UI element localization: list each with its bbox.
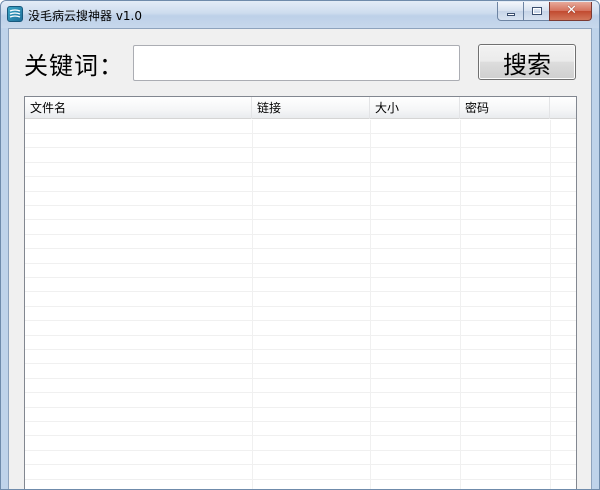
empty-row bbox=[25, 235, 576, 250]
empty-row bbox=[25, 307, 576, 322]
column-header-filename[interactable]: 文件名 bbox=[25, 97, 252, 119]
title-bar[interactable]: 没毛病云搜神器 v1.0 ✕ bbox=[1, 1, 599, 28]
caption-buttons: ✕ bbox=[497, 2, 592, 21]
results-header: 文件名 链接 大小 密码 bbox=[25, 97, 576, 119]
empty-row bbox=[25, 422, 576, 437]
close-button[interactable]: ✕ bbox=[549, 2, 592, 21]
window-title: 没毛病云搜神器 v1.0 bbox=[28, 9, 143, 23]
results-list[interactable]: 文件名 链接 大小 密码 bbox=[24, 96, 577, 489]
client-area: 关键词： 搜索 文件名 链接 大小 密码 bbox=[8, 28, 592, 489]
empty-row bbox=[25, 250, 576, 264]
search-button[interactable]: 搜索 bbox=[478, 44, 576, 80]
empty-row bbox=[25, 365, 576, 379]
column-header-link[interactable]: 链接 bbox=[252, 97, 370, 119]
minimize-icon bbox=[507, 13, 515, 16]
keyword-label: 关键词： bbox=[24, 52, 124, 80]
empty-row bbox=[25, 192, 576, 206]
empty-row bbox=[25, 437, 576, 451]
empty-row bbox=[25, 206, 576, 221]
empty-row bbox=[25, 149, 576, 163]
empty-row bbox=[25, 480, 576, 489]
empty-row bbox=[25, 293, 576, 307]
minimize-button[interactable] bbox=[497, 2, 523, 21]
empty-row bbox=[25, 322, 576, 336]
empty-row bbox=[25, 163, 576, 178]
empty-row bbox=[25, 336, 576, 350]
maximize-button[interactable] bbox=[523, 2, 549, 21]
empty-row bbox=[25, 221, 576, 235]
empty-row bbox=[25, 120, 576, 134]
close-icon: ✕ bbox=[566, 3, 577, 18]
empty-row bbox=[25, 178, 576, 192]
empty-row bbox=[25, 394, 576, 408]
empty-row bbox=[25, 379, 576, 394]
app-window: 没毛病云搜神器 v1.0 ✕ 关键词： 搜索 文件名 链接 大小 密码 bbox=[0, 0, 600, 490]
empty-row bbox=[25, 134, 576, 149]
keyword-input[interactable] bbox=[133, 45, 460, 81]
column-header-password[interactable]: 密码 bbox=[460, 97, 550, 119]
empty-row bbox=[25, 350, 576, 365]
empty-row bbox=[25, 278, 576, 293]
empty-row bbox=[25, 264, 576, 278]
maximize-icon bbox=[532, 7, 542, 15]
results-body bbox=[25, 120, 576, 489]
empty-row bbox=[25, 408, 576, 422]
column-header-size[interactable]: 大小 bbox=[370, 97, 460, 119]
empty-row bbox=[25, 451, 576, 466]
empty-row bbox=[25, 466, 576, 480]
app-cloud-icon[interactable] bbox=[7, 6, 23, 22]
